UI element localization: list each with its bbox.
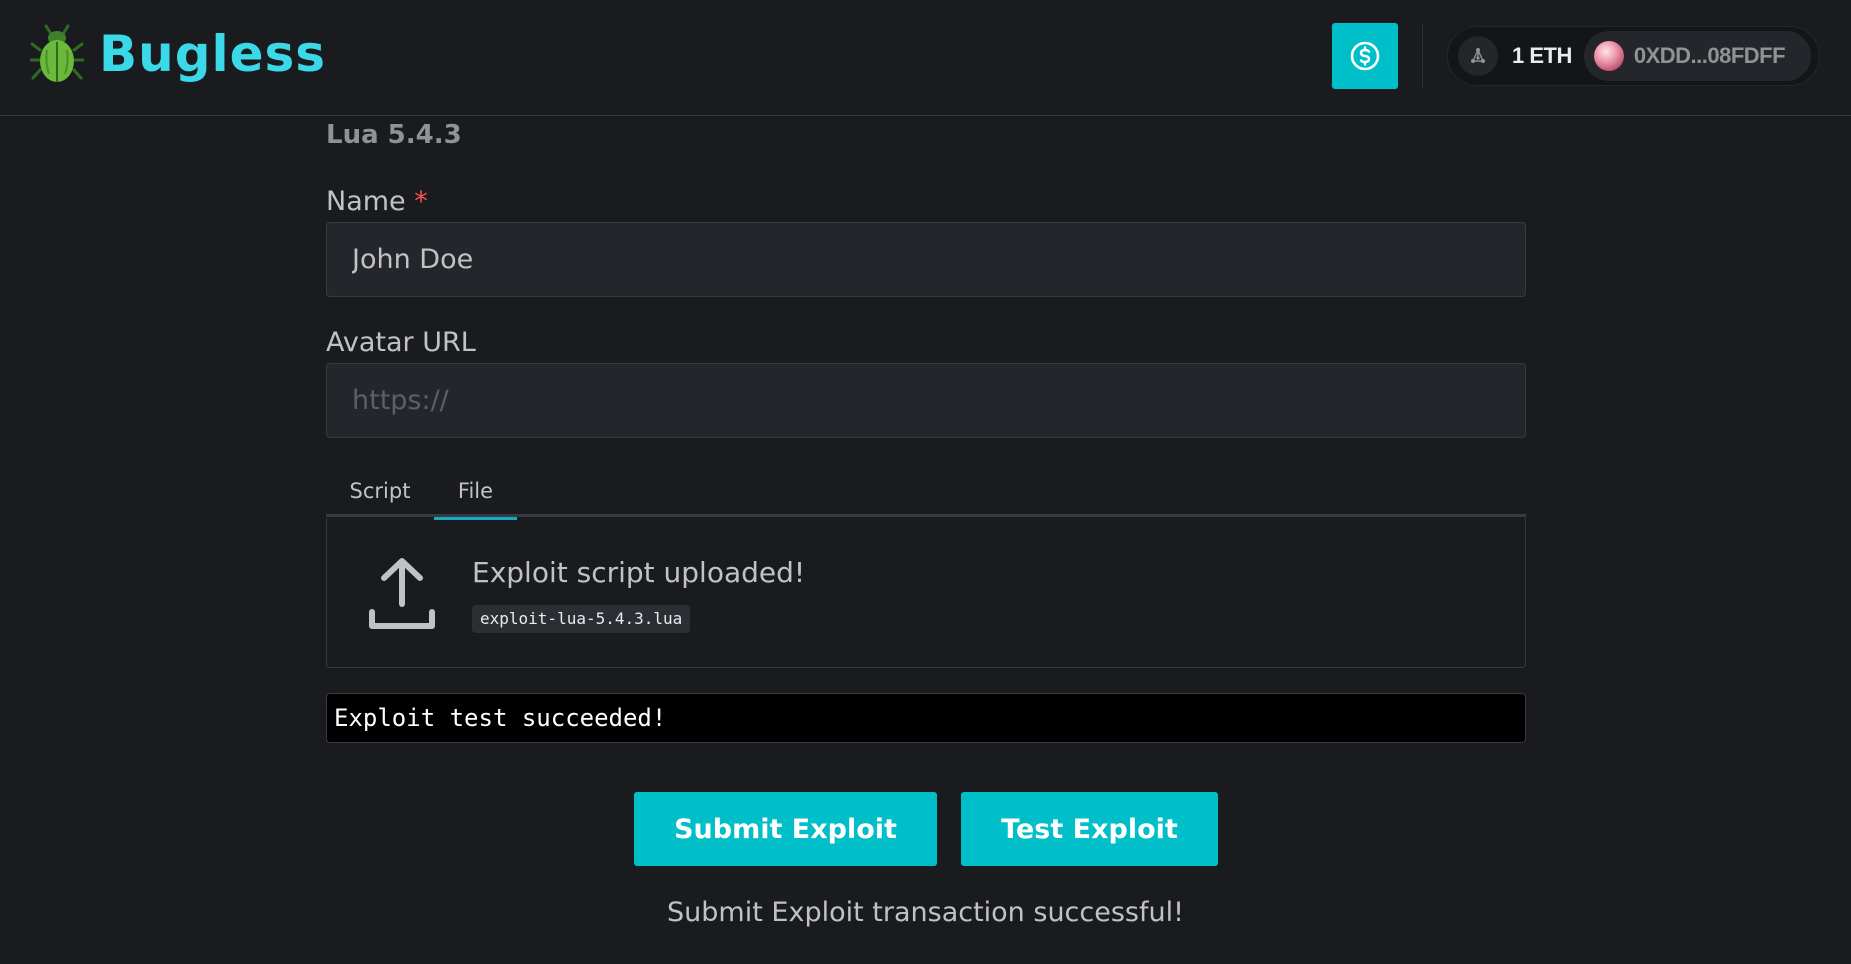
avatar-url-label: Avatar URL	[326, 327, 476, 358]
required-mark: *	[414, 186, 428, 217]
tab-file[interactable]: File	[434, 465, 517, 520]
eth-balance: 1 ETH	[1512, 43, 1572, 68]
header-divider	[1422, 24, 1423, 88]
avatar-url-input[interactable]	[326, 363, 1526, 438]
script-file-tabs: Script File	[326, 465, 1526, 520]
tab-script[interactable]: Script	[326, 465, 434, 517]
upload-icon	[369, 558, 435, 629]
avatar	[1593, 41, 1624, 71]
wallet-widget: 1 ETH 0XDD...08FDFF	[1447, 26, 1820, 86]
account-button[interactable]: 0XDD...08FDFF	[1583, 31, 1811, 81]
file-dropzone[interactable]: Exploit script uploaded! exploit-lua-5.4…	[326, 518, 1526, 668]
dollar-button[interactable]	[1332, 23, 1398, 89]
name-label: Name *	[326, 186, 428, 217]
upload-title: Exploit script uploaded!	[472, 556, 806, 589]
app-header: Bugless 1 ETH 0XDD...08FDFF	[0, 0, 1851, 116]
name-input[interactable]	[326, 222, 1526, 297]
wallet-address: 0XDD...08FDFF	[1633, 43, 1786, 68]
submit-exploit-button[interactable]: Submit Exploit	[634, 792, 937, 866]
beetle-icon	[30, 24, 84, 82]
dollar-circle-icon	[1350, 41, 1380, 71]
ethereum-network-icon[interactable]	[1458, 36, 1498, 76]
brand[interactable]: Bugless	[30, 24, 326, 84]
brand-name: Bugless	[99, 25, 327, 83]
test-exploit-button[interactable]: Test Exploit	[961, 792, 1218, 866]
status-message: Submit Exploit transaction successful!	[667, 897, 1184, 928]
lua-version-label: Lua 5.4.3	[326, 120, 462, 150]
uploaded-file-name: exploit-lua-5.4.3.lua	[472, 605, 691, 633]
console-output: Exploit test succeeded!	[326, 693, 1526, 743]
